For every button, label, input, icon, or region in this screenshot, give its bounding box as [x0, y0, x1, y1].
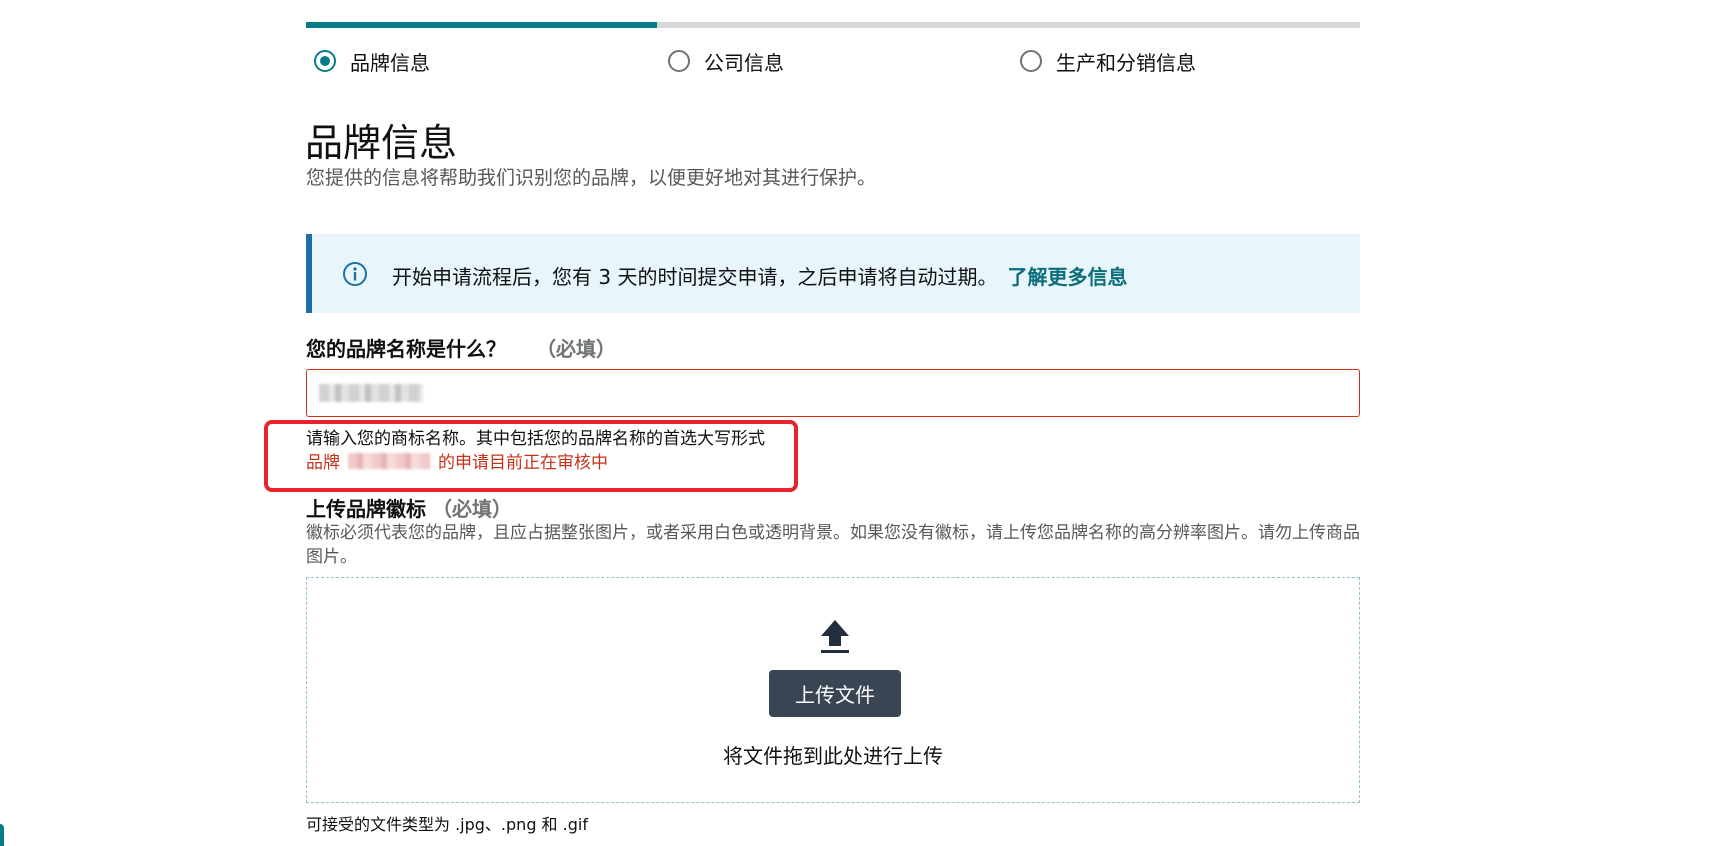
brand-name-label-text: 您的品牌名称是什么？ [306, 337, 506, 361]
info-icon [343, 262, 367, 286]
step-radio[interactable] [314, 50, 336, 72]
page-subtitle: 您提供的信息将帮助我们识别您的品牌，以便更好地对其进行保护。 [306, 167, 877, 189]
required-marker: （必填） [536, 337, 616, 361]
upload-file-button[interactable]: 上传文件 [769, 670, 901, 717]
logo-upload-description: 徽标必须代表您的品牌，且应占据整张图片，或者采用白色或透明背景。如果您没有徽标，… [306, 523, 1360, 567]
step-label: 公司信息 [704, 50, 784, 75]
page-title: 品牌信息 [305, 121, 458, 165]
progress-bar-fill [306, 22, 657, 28]
step-production-distribution-info[interactable]: 生产和分销信息 [1020, 44, 1196, 78]
page-edge-marker [0, 824, 4, 846]
info-text: 开始申请流程后，您有 3 天的时间提交申请，之后申请将自动过期。 [392, 265, 998, 289]
progress-bar [306, 22, 1360, 28]
logo-upload-label: 上传品牌徽标 （必填） [306, 493, 512, 522]
drop-hint: 将文件拖到此处进行上传 [723, 744, 943, 768]
required-marker: （必填） [432, 497, 512, 521]
logo-upload-label-text: 上传品牌徽标 [306, 497, 426, 521]
annotation-highlight-box [264, 420, 798, 492]
step-brand-info[interactable]: 品牌信息 [314, 44, 430, 78]
info-alert: 开始申请流程后，您有 3 天的时间提交申请，之后申请将自动过期。 了解更多信息 [306, 234, 1360, 313]
brand-name-input[interactable] [306, 369, 1360, 417]
step-radio[interactable] [668, 50, 690, 72]
file-dropzone[interactable]: 上传文件 将文件拖到此处进行上传 [306, 577, 1360, 803]
step-label: 生产和分销信息 [1056, 50, 1196, 75]
step-radio[interactable] [1020, 50, 1042, 72]
step-label: 品牌信息 [350, 50, 430, 75]
upload-icon [821, 620, 849, 653]
accepted-file-types: 可接受的文件类型为 .jpg、.png 和 .gif [306, 815, 588, 834]
brand-name-label: 您的品牌名称是什么？ （必填） [306, 333, 616, 362]
learn-more-link[interactable]: 了解更多信息 [1007, 265, 1127, 289]
info-message: 开始申请流程后，您有 3 天的时间提交申请，之后申请将自动过期。 了解更多信息 [392, 261, 1127, 290]
redacted-value [319, 384, 423, 402]
step-company-info[interactable]: 公司信息 [668, 44, 784, 78]
